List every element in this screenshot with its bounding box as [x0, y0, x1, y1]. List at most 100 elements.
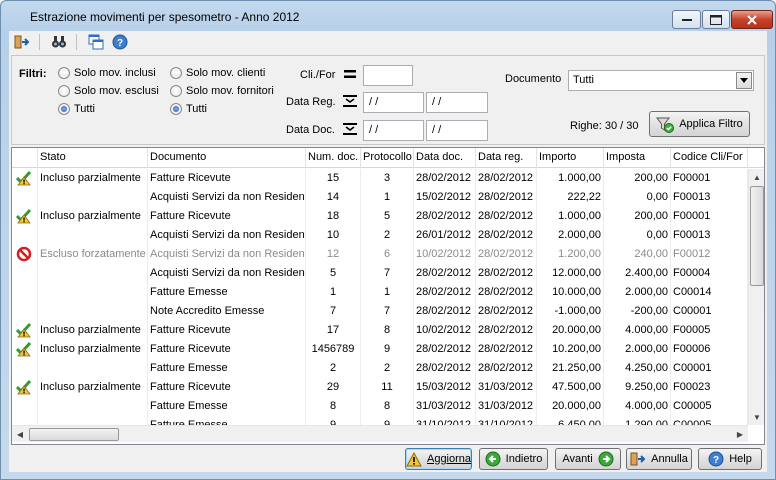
radio-solo-inclusi[interactable]: Solo mov. inclusi [58, 67, 156, 79]
data-doc-from-input[interactable]: / / [363, 120, 424, 141]
aggiorna-label: Aggiorna [426, 453, 472, 465]
close-button[interactable] [731, 10, 773, 29]
table-row[interactable]: Fatture Emesse 8 8 31/03/2012 31/03/2012 20.0… [12, 397, 748, 416]
column-header-num-doc[interactable]: Num. doc. [306, 148, 361, 168]
column-header-importo[interactable]: Importo [537, 148, 604, 168]
radio-tutti-stato[interactable]: Tutti [58, 103, 95, 115]
table-row[interactable]: Fatture Emesse 9 9 31/10/2012 31/10/2012 6.45… [12, 416, 748, 425]
radio-button[interactable] [58, 67, 70, 79]
maximize-icon [710, 14, 722, 25]
filter-icon [656, 115, 675, 133]
windows-tool-button[interactable] [85, 32, 107, 52]
radio-solo-esclusi[interactable]: Solo mov. esclusi [58, 85, 159, 97]
cell-prot: 5 [361, 207, 414, 226]
table-row[interactable]: Note Accredito Emesse 7 7 28/02/2012 28/02/2… [12, 302, 748, 321]
cell-data-doc: 26/01/2012 [414, 226, 476, 245]
column-header-protocollo[interactable]: Protocollo [361, 148, 414, 168]
vertical-scrollbar[interactable]: ▲ ▼ [748, 169, 764, 425]
exit-tool-button[interactable] [11, 32, 33, 52]
scroll-up-arrow[interactable]: ▲ [749, 169, 764, 185]
cell-data-doc: 28/02/2012 [414, 264, 476, 283]
range-operator-button[interactable] [342, 121, 358, 137]
cell-num: 12 [306, 245, 361, 264]
table-row[interactable]: Fatture Emesse 2 2 28/02/2012 28/02/2012 21.2… [12, 359, 748, 378]
radio-button[interactable] [170, 85, 182, 97]
table-row[interactable]: Incluso parzialmente Fatture Ricevute 17 8 1… [12, 321, 748, 340]
cell-prot: 6 [361, 245, 414, 264]
cell-documento: Fatture Ricevute [148, 378, 306, 397]
title-bar[interactable]: Estrazione movimenti per spesometro - An… [1, 1, 775, 31]
table-row[interactable]: Acquisti Servizi da non Residenti 14 1 15/0… [12, 188, 748, 207]
radio-button[interactable] [58, 103, 70, 115]
table-row[interactable]: Incluso parzialmente Fatture Ricevute 29 11… [12, 378, 748, 397]
range-operator-button[interactable] [342, 93, 358, 109]
column-header-codice[interactable]: Codice Cli/For [671, 148, 748, 168]
help-icon: ? [708, 451, 724, 467]
grid-body: Incluso parzialmente Fatture Ricevute 15 3 2… [12, 169, 748, 425]
scroll-down-arrow[interactable]: ▼ [749, 409, 764, 425]
dropdown-arrow[interactable] [736, 72, 752, 89]
radio-button[interactable] [170, 103, 182, 115]
column-header-imposta[interactable]: Imposta [604, 148, 671, 168]
main-window: Estrazione movimenti per spesometro - An… [0, 0, 776, 480]
horizontal-scrollbar[interactable]: ◀ ▶ [12, 425, 748, 442]
cell-imposta: 4.000,00 [604, 397, 671, 416]
search-tool-button[interactable] [48, 32, 70, 52]
cell-documento: Acquisti Servizi da non Residenti [148, 188, 306, 207]
radio-button[interactable] [170, 67, 182, 79]
column-header-icon[interactable] [12, 148, 38, 168]
radio-button[interactable] [58, 85, 70, 97]
data-doc-to-input[interactable]: / / [426, 120, 488, 141]
scroll-left-arrow[interactable]: ◀ [12, 426, 28, 442]
radio-solo-clienti[interactable]: Solo mov. clienti [170, 67, 265, 79]
cell-codice: F00004 [671, 264, 748, 283]
table-row[interactable]: Incluso parzialmente Fatture Ricevute 1456… [12, 340, 748, 359]
scroll-right-arrow[interactable]: ▶ [732, 426, 748, 442]
table-row[interactable]: Acquisti Servizi da non Residenti 10 2 26/0… [12, 226, 748, 245]
column-header-data-reg[interactable]: Data reg. [476, 148, 537, 168]
cell-num: 17 [306, 321, 361, 340]
documento-select[interactable]: Tutti [568, 70, 754, 91]
cell-data-doc: 28/02/2012 [414, 283, 476, 302]
indietro-button[interactable]: Indietro [479, 448, 548, 470]
radio-label: Solo mov. inclusi [74, 67, 156, 79]
cell-imposta: 240,00 [604, 245, 671, 264]
movements-grid[interactable]: Stato Documento Num. doc. Protocollo Dat… [11, 147, 765, 445]
table-row[interactable]: Escluso forzatamente Acquisti Servizi da … [12, 245, 748, 264]
column-header-stato[interactable]: Stato [38, 148, 148, 168]
radio-solo-fornitori[interactable]: Solo mov. fornitori [170, 85, 274, 97]
cell-codice: F00005 [671, 321, 748, 340]
cell-data-doc: 28/02/2012 [414, 359, 476, 378]
cell-num: 29 [306, 378, 361, 397]
annulla-button[interactable]: Annulla [626, 448, 692, 470]
cli-for-input[interactable] [363, 65, 413, 86]
avanti-button[interactable]: Avanti [555, 448, 621, 470]
cell-documento: Fatture Emesse [148, 416, 306, 425]
help-tool-button[interactable]: ? [109, 32, 131, 52]
table-row[interactable]: Fatture Emesse 1 1 28/02/2012 28/02/2012 10.0… [12, 283, 748, 302]
apply-filter-button[interactable]: Applica Filtro [649, 111, 750, 137]
table-row[interactable]: Incluso parzialmente Fatture Ricevute 15 3 2… [12, 169, 748, 188]
equals-operator-button[interactable] [342, 66, 358, 82]
radio-tutti-tipo[interactable]: Tutti [170, 103, 207, 115]
help-button[interactable]: ? Help [698, 448, 762, 470]
cell-data-doc: 15/03/2012 [414, 378, 476, 397]
column-header-data-doc[interactable]: Data doc. [414, 148, 476, 168]
cell-codice: F00012 [671, 245, 748, 264]
maximize-button[interactable] [702, 10, 730, 29]
cell-imposta: -200,00 [604, 302, 671, 321]
cell-num: 5 [306, 264, 361, 283]
horizontal-scroll-thumb[interactable] [29, 428, 119, 441]
aggiorna-button[interactable]: Aggiorna [405, 448, 472, 470]
vertical-scroll-thumb[interactable] [750, 186, 764, 286]
data-reg-from-input[interactable]: / / [363, 92, 424, 113]
data-reg-to-input[interactable]: / / [426, 92, 488, 113]
minimize-button[interactable] [672, 10, 701, 29]
table-row[interactable]: Incluso parzialmente Fatture Ricevute 18 5 2… [12, 207, 748, 226]
toolbar-separator [76, 34, 77, 50]
cell-imposta: 2.000,00 [604, 340, 671, 359]
table-row[interactable]: Acquisti Servizi da non Residenti 5 7 28/02… [12, 264, 748, 283]
annulla-label: Annulla [651, 453, 688, 465]
cell-importo: 1.000,00 [537, 169, 604, 188]
column-header-documento[interactable]: Documento [148, 148, 306, 168]
